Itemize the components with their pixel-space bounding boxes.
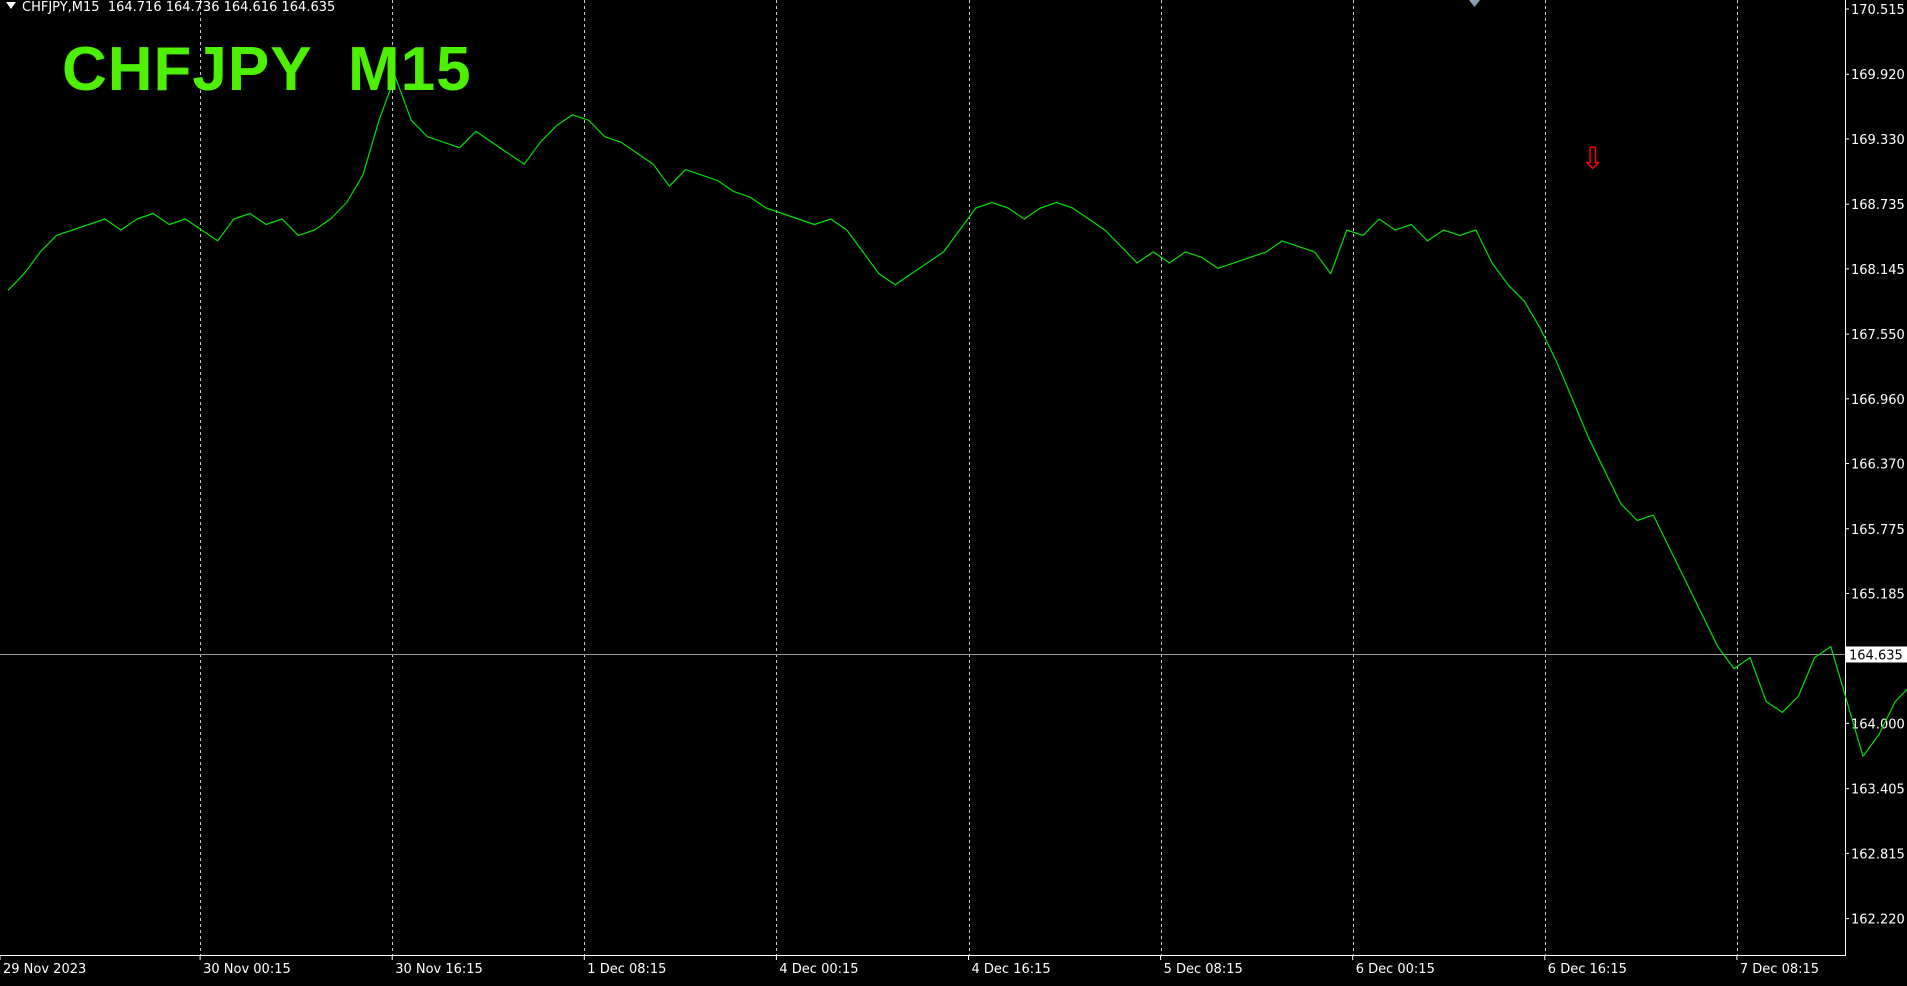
time-tick-label: 5 Dec 08:15	[1164, 962, 1243, 977]
time-tick-label: 7 Dec 08:15	[1740, 962, 1819, 977]
price-tick-label: 168.145	[1851, 263, 1905, 278]
time-tick-label: 1 Dec 08:15	[587, 962, 666, 977]
price-tick-label: 162.815	[1851, 847, 1905, 862]
price-tick-label: 165.185	[1851, 587, 1905, 602]
time-tick-label: 4 Dec 16:15	[972, 962, 1051, 977]
plot-area-background	[0, 0, 1845, 955]
time-tick-label: 6 Dec 00:15	[1356, 962, 1435, 977]
price-tick-label: 166.960	[1851, 393, 1905, 408]
time-tick-label: 30 Nov 16:15	[395, 962, 483, 977]
price-tick-label: 166.370	[1851, 458, 1905, 473]
price-tick-label: 169.920	[1851, 68, 1905, 83]
price-tick-label: 167.550	[1851, 328, 1905, 343]
price-tick-label: 164.000	[1851, 717, 1905, 732]
price-tick-label: 165.775	[1851, 523, 1905, 538]
current-price-label: 164.635	[1846, 646, 1907, 664]
price-chart[interactable]: 170.515 169.920 169.330 168.735 168.145 167.5…	[0, 0, 1907, 986]
collapse-triangle-icon[interactable]	[6, 2, 16, 9]
price-axis-ticks: 170.515 169.920 169.330 168.735 168.145 167.5…	[1845, 3, 1905, 928]
time-axis-ticks: 29 Nov 2023 30 Nov 00:15 30 Nov 16:15 1 Dec…	[0, 955, 1819, 977]
chart-watermark-title: CHFJPY M15	[62, 35, 472, 104]
symbol-label: CHFJPY,M15	[22, 0, 100, 15]
ohlc-values: 164.716 164.736 164.616 164.635	[107, 0, 336, 15]
time-tick-label: 29 Nov 2023	[3, 962, 86, 977]
time-tick-label: 30 Nov 00:15	[203, 962, 291, 977]
price-tick-label: 162.220	[1851, 913, 1905, 928]
current-price-value: 164.635	[1849, 649, 1903, 664]
sell-arrow-icon[interactable]: ⇩	[1580, 142, 1605, 177]
price-tick-label: 168.735	[1851, 198, 1905, 213]
time-tick-label: 4 Dec 00:15	[779, 962, 858, 977]
price-tick-label: 163.405	[1851, 783, 1905, 798]
price-tick-label: 169.330	[1851, 133, 1905, 148]
chart-info-bar: CHFJPY,M15 164.716 164.736 164.616 164.6…	[6, 0, 335, 16]
price-tick-label: 170.515	[1851, 3, 1905, 18]
time-tick-label: 6 Dec 16:15	[1548, 962, 1627, 977]
